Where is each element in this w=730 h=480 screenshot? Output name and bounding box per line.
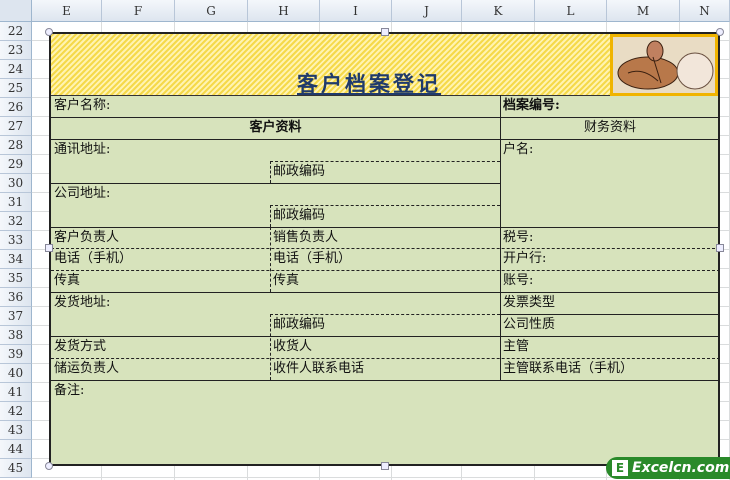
form-banner: 客户档案登记 [51,34,718,96]
form-title: 客户档案登记 [297,71,441,96]
receiver-phone-field[interactable]: 收件人联系电话 [270,358,500,380]
sales-manager-field[interactable]: 销售负责人 [270,227,500,249]
row-header[interactable]: 42 [0,402,32,421]
resize-handle[interactable] [716,244,724,252]
row-header[interactable]: 37 [0,307,32,326]
company-address-field[interactable]: 公司地址: [51,183,500,205]
fax-field[interactable]: 传真 [270,270,500,292]
customer-name-field[interactable]: 客户名称: [51,95,500,117]
row-header[interactable]: 44 [0,440,32,459]
column-header[interactable]: K [462,0,535,22]
column-header[interactable]: F [102,0,175,22]
row-header[interactable]: 33 [0,231,32,250]
invoice-type-field[interactable]: 发票类型 [500,292,718,314]
logo-letter: E [612,460,628,476]
column-header[interactable]: M [607,0,680,22]
resize-handle[interactable] [45,28,53,36]
row-header[interactable]: 45 [0,459,32,478]
row-header[interactable]: 30 [0,174,32,193]
supervisor-phone-field[interactable]: 主管联系电话（手机） [500,358,718,380]
row-header[interactable]: 40 [0,364,32,383]
postal-code-field[interactable]: 邮政编码 [270,314,500,336]
row-header[interactable]: 28 [0,136,32,155]
customer-manager-field[interactable]: 客户负责人 [51,227,270,249]
resize-handle[interactable] [716,28,724,36]
row-header[interactable]: 43 [0,421,32,440]
logistics-manager-field[interactable]: 储运负责人 [51,358,270,380]
row-header[interactable]: 38 [0,326,32,345]
customer-record-form[interactable]: 客户档案登记 客户名称: 档案编号: 客户资料 财务资料 通讯地址: 户名: 邮政编码 公司地… [49,32,720,466]
column-header[interactable]: H [248,0,320,22]
shipping-address-field[interactable]: 发货地址: [51,292,500,314]
account-number-field[interactable]: 账号: [500,270,718,292]
row-header[interactable]: 27 [0,117,32,136]
logo-text: Excelcn.com [632,460,730,476]
phone-field[interactable]: 电话（手机） [270,248,500,270]
postal-code-field[interactable]: 邮政编码 [270,161,500,183]
file-number-field[interactable]: 档案编号: [500,95,718,117]
site-watermark-logo: E Excelcn.com [606,457,730,479]
row-header[interactable]: 41 [0,383,32,402]
row-header[interactable]: 34 [0,250,32,269]
column-header[interactable]: J [392,0,462,22]
supervisor-field[interactable]: 主管 [500,336,718,358]
resize-handle[interactable] [381,462,389,470]
row-header[interactable]: 25 [0,79,32,98]
row-header[interactable]: 22 [0,22,32,41]
section-header-customer[interactable]: 客户资料 [51,117,500,139]
row-header[interactable]: 26 [0,98,32,117]
row-header[interactable]: 23 [0,41,32,60]
row-header[interactable]: 31 [0,193,32,212]
column-header[interactable]: I [320,0,392,22]
shipping-method-field[interactable]: 发货方式 [51,336,270,358]
receiver-field[interactable]: 收货人 [270,336,500,358]
resize-handle[interactable] [381,28,389,36]
postal-code-field[interactable]: 邮政编码 [270,205,500,227]
decorative-image [610,34,718,96]
column-header[interactable]: E [32,0,102,22]
tax-number-field[interactable]: 税号: [500,227,718,249]
row-header[interactable]: 32 [0,212,32,231]
column-header[interactable]: L [535,0,607,22]
row-header[interactable]: 24 [0,60,32,79]
communication-address-field[interactable]: 通讯地址: [51,139,500,161]
column-header[interactable]: G [175,0,248,22]
resize-handle[interactable] [45,462,53,470]
section-header-finance[interactable]: 财务资料 [500,117,718,139]
account-name-field[interactable]: 户名: [500,139,718,161]
row-header[interactable]: 35 [0,269,32,288]
bank-field[interactable]: 开户行: [500,248,718,270]
row-header[interactable]: 29 [0,155,32,174]
fax-field[interactable]: 传真 [51,270,270,292]
select-all-corner[interactable] [0,0,32,22]
company-type-field[interactable]: 公司性质 [500,314,718,336]
row-header[interactable]: 39 [0,345,32,364]
column-header[interactable]: N [680,0,730,22]
resize-handle[interactable] [45,244,53,252]
remarks-field[interactable]: 备注: [51,380,718,402]
phone-field[interactable]: 电话（手机） [51,248,270,270]
row-header[interactable]: 36 [0,288,32,307]
